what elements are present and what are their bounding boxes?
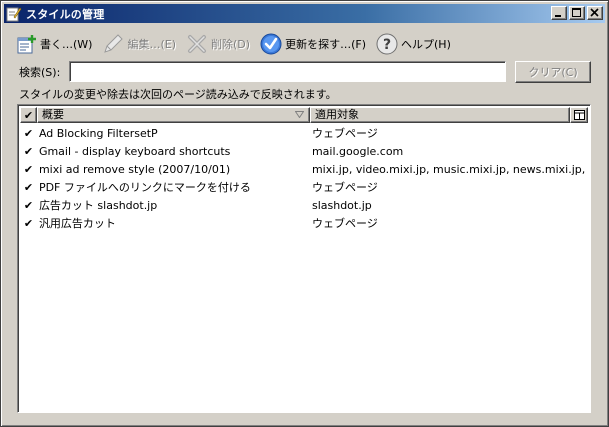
name-column-header[interactable]: 概要 xyxy=(36,107,310,123)
write-style-icon xyxy=(15,33,37,55)
check-icon: ✔ xyxy=(23,162,34,176)
enabled-checkbox[interactable]: ✔ xyxy=(20,182,37,193)
help-button[interactable]: ? ヘルプ(H) xyxy=(376,32,451,56)
column-picker-icon xyxy=(573,110,585,120)
style-name: Ad Blocking FiltersetP xyxy=(38,126,158,140)
edit-label: 編集…(E) xyxy=(127,38,177,51)
enabled-checkbox[interactable]: ✔ xyxy=(20,128,37,139)
edit-button[interactable]: 編集…(E) xyxy=(102,32,176,56)
sort-descending-icon xyxy=(294,111,304,118)
close-button[interactable] xyxy=(587,6,603,20)
minimize-icon xyxy=(555,15,561,17)
style-target: slashdot.jp xyxy=(311,198,372,212)
list-item[interactable]: ✔ mixi ad remove style (2007/10/01) mixi.j… xyxy=(20,160,588,178)
style-target: mail.google.com xyxy=(311,144,404,158)
check-icon: ✔ xyxy=(23,108,34,122)
app-icon xyxy=(6,6,22,22)
style-target: ウェブページ xyxy=(311,127,378,140)
list-item[interactable]: ✔ PDF ファイルへのリンクにマークを付ける ウェブページ xyxy=(20,178,588,196)
check-icon: ✔ xyxy=(23,144,34,158)
list-item[interactable]: ✔ Gmail - display keyboard shortcuts mail.… xyxy=(20,142,588,160)
svg-text:?: ? xyxy=(383,37,391,53)
list-item[interactable]: ✔ Ad Blocking FiltersetP ウェブページ xyxy=(20,124,588,142)
maximize-button[interactable] xyxy=(569,6,585,20)
help-label: ヘルプ(H) xyxy=(401,38,451,51)
check-icon: ✔ xyxy=(23,126,34,140)
enabled-checkbox[interactable]: ✔ xyxy=(20,218,37,229)
style-manager-window: スタイルの管理 書く…(W) 編集…(E) 削除(D) 更新を探す…(F) ? … xyxy=(0,0,609,427)
enabled-checkbox[interactable]: ✔ xyxy=(20,200,37,211)
search-input[interactable] xyxy=(69,61,506,82)
list-header: ✔ 概要 適用対象 xyxy=(20,107,588,123)
check-icon: ✔ xyxy=(23,180,34,194)
close-icon xyxy=(590,8,599,17)
enabled-checkbox[interactable]: ✔ xyxy=(20,146,37,157)
search-label: 検索(S): xyxy=(19,66,61,79)
list-item[interactable]: ✔ 広告カット slashdot.jp slashdot.jp xyxy=(20,196,588,214)
find-updates-label: 更新を探す…(F) xyxy=(285,38,366,51)
list-item[interactable]: ✔ 汎用広告カット ウェブページ xyxy=(20,214,588,232)
style-target: mixi.jp, video.mixi.jp, music.mixi.jp, n… xyxy=(311,162,588,176)
check-icon: ✔ xyxy=(23,216,34,230)
style-target: ウェブページ xyxy=(311,181,378,194)
list-rows: ✔ Ad Blocking FiltersetP ウェブページ ✔ Gmail - di… xyxy=(20,124,588,232)
title-bar[interactable]: スタイルの管理 xyxy=(4,4,605,23)
delete-x-icon xyxy=(186,33,208,55)
delete-button[interactable]: 削除(D) xyxy=(186,32,250,56)
style-name: mixi ad remove style (2007/10/01) xyxy=(38,162,231,176)
target-column-label: 適用対象 xyxy=(314,108,359,121)
style-list[interactable]: ✔ 概要 適用対象 ✔ Ad Blocking FiltersetP ウェブページ ✔… xyxy=(17,104,591,413)
minimize-button[interactable] xyxy=(551,6,567,20)
name-column-label: 概要 xyxy=(41,108,64,121)
write-label: 書く…(W) xyxy=(40,38,93,51)
enabled-checkbox[interactable]: ✔ xyxy=(20,164,37,175)
column-picker-button[interactable] xyxy=(570,107,588,123)
toolbar: 書く…(W) 編集…(E) 削除(D) 更新を探す…(F) ? ヘルプ(H) xyxy=(15,31,461,57)
check-icon: ✔ xyxy=(23,198,34,212)
clear-button[interactable]: クリア(C) xyxy=(515,61,591,83)
style-name: Gmail - display keyboard shortcuts xyxy=(38,144,231,158)
info-text: スタイルの変更や除去は次回のページ読み込みで反映されます。 xyxy=(19,88,337,101)
write-button[interactable]: 書く…(W) xyxy=(15,32,92,56)
enabled-column-header[interactable]: ✔ xyxy=(20,107,37,123)
delete-label: 削除(D) xyxy=(211,38,251,51)
help-question-icon: ? xyxy=(376,33,398,55)
pencil-icon xyxy=(102,33,124,55)
search-row: 検索(S): クリア(C) xyxy=(19,61,591,83)
style-target: ウェブページ xyxy=(311,217,378,230)
find-updates-button[interactable]: 更新を探す…(F) xyxy=(260,32,366,56)
style-name: 広告カット slashdot.jp xyxy=(38,199,158,212)
target-column-header[interactable]: 適用対象 xyxy=(309,107,571,123)
style-name: PDF ファイルへのリンクにマークを付ける xyxy=(38,181,251,194)
checkmark-circle-icon xyxy=(260,33,282,55)
maximize-icon xyxy=(572,8,581,17)
window-title: スタイルの管理 xyxy=(26,7,105,21)
style-name: 汎用広告カット xyxy=(38,217,116,230)
